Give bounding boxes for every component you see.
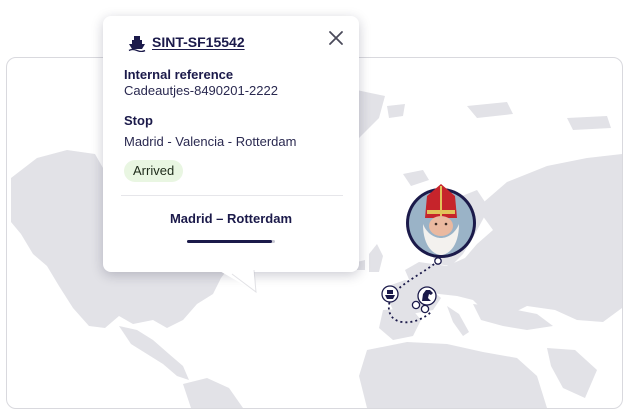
popup-pointer xyxy=(218,270,257,294)
internal-reference-value: Cadeautjes-8490201-2222 xyxy=(124,83,278,98)
close-icon[interactable] xyxy=(327,29,345,47)
status-badge: Arrived xyxy=(124,160,184,182)
route-progress-fill xyxy=(187,240,273,243)
shipment-popup: SINT-SF15542 Internal reference Cadeautj… xyxy=(103,16,359,272)
shipment-id-link[interactable]: SINT-SF15542 xyxy=(152,34,245,50)
internal-reference-label: Internal reference xyxy=(124,67,234,82)
stop-value: Madrid - Valencia - Rotterdam xyxy=(124,134,297,149)
route-progress-bar xyxy=(187,240,275,243)
stop-node xyxy=(434,257,442,265)
ship-marker-icon[interactable] xyxy=(381,285,399,303)
divider xyxy=(121,195,343,196)
horse-marker-icon[interactable] xyxy=(417,286,437,306)
route-title: Madrid – Rotterdam xyxy=(169,211,293,226)
stop-node xyxy=(420,304,430,314)
stop-node xyxy=(411,300,421,310)
stop-label: Stop xyxy=(124,113,153,128)
ship-icon xyxy=(128,36,146,52)
